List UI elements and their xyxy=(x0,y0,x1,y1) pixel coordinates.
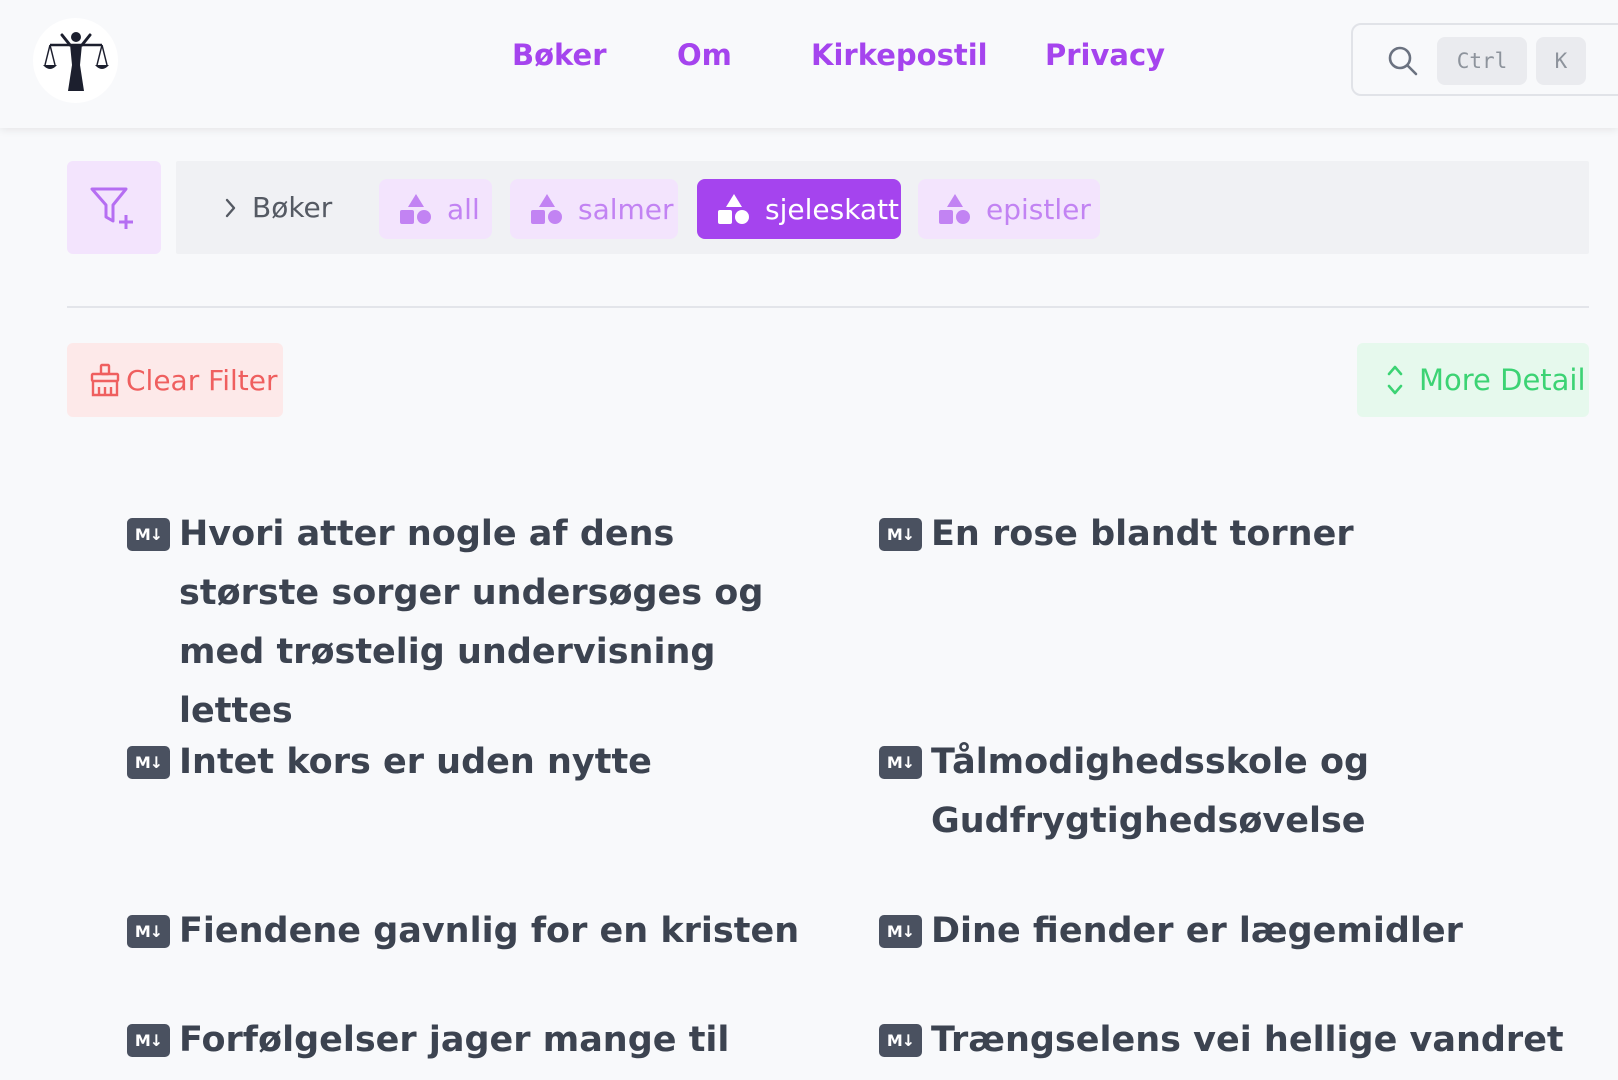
nav-boker[interactable]: Bøker xyxy=(512,38,607,72)
kbd-k: K xyxy=(1536,37,1586,85)
tag-salmer[interactable]: salmer xyxy=(510,179,678,239)
tag-all[interactable]: all xyxy=(379,179,492,239)
item-title[interactable]: Fiendene gavnlig for en kristen xyxy=(179,902,799,961)
justice-figure-icon xyxy=(42,31,109,91)
filter-plus-icon xyxy=(90,187,133,229)
nav-privacy[interactable]: Privacy xyxy=(1045,38,1165,72)
shapes-icon xyxy=(531,194,562,224)
shapes-icon xyxy=(400,194,431,224)
add-filter-button[interactable] xyxy=(67,161,161,254)
more-detail-button[interactable]: More Detail xyxy=(1357,343,1589,417)
expand-vertical-icon xyxy=(1387,365,1403,395)
tag-label: epistler xyxy=(986,192,1091,226)
tag-label: salmer xyxy=(578,192,674,226)
markdown-icon: M↓ xyxy=(879,746,922,779)
breadcrumb: Bøker all salmer sjeleskatt epistler xyxy=(176,161,1589,254)
search-icon xyxy=(1388,46,1418,76)
shapes-icon xyxy=(718,194,749,224)
clear-filter-button[interactable]: Clear Filter xyxy=(67,343,283,417)
tag-epistler[interactable]: epistler xyxy=(918,179,1100,239)
nav-om[interactable]: Om xyxy=(677,38,732,72)
list-item[interactable]: M↓ En rose blandt torner xyxy=(879,505,1579,564)
more-detail-label: More Detail xyxy=(1419,363,1586,397)
list-item[interactable]: M↓ Hvori atter nogle af dens største sor… xyxy=(127,505,787,741)
item-title[interactable]: Tålmodighedsskole og Gudfrygtighedsøvels… xyxy=(931,733,1389,851)
list-item[interactable]: M↓ Forfølgelser jager mange til xyxy=(127,1011,827,1070)
item-title[interactable]: Intet kors er uden nytte xyxy=(179,733,652,792)
item-title[interactable]: Forfølgelser jager mange til xyxy=(179,1011,729,1070)
markdown-icon: M↓ xyxy=(127,915,170,948)
markdown-icon: M↓ xyxy=(879,1024,922,1057)
nav-kirkepostil[interactable]: Kirkepostil xyxy=(811,38,988,72)
markdown-icon: M↓ xyxy=(879,915,922,948)
top-navbar: Bøker Om Kirkepostil Privacy Ctrl K xyxy=(0,0,1618,128)
markdown-icon: M↓ xyxy=(127,518,170,551)
breadcrumb-item[interactable]: Bøker xyxy=(224,191,332,224)
item-title[interactable]: En rose blandt torner xyxy=(931,505,1354,564)
breadcrumb-label: Bøker xyxy=(252,191,333,224)
site-logo[interactable] xyxy=(33,18,118,103)
broom-icon xyxy=(90,363,120,397)
item-title[interactable]: Trængselens vei hellige vandret xyxy=(931,1011,1564,1070)
list-item[interactable]: M↓ Intet kors er uden nytte xyxy=(127,733,827,792)
clear-filter-label: Clear Filter xyxy=(126,363,278,397)
chevron-right-icon xyxy=(225,198,236,217)
item-title[interactable]: Dine fiender er lægemidler xyxy=(931,902,1463,961)
shapes-icon xyxy=(939,194,970,224)
item-title[interactable]: Hvori atter nogle af dens største sorger… xyxy=(179,505,787,741)
list-item[interactable]: M↓ Dine fiender er lægemidler xyxy=(879,902,1579,961)
list-item[interactable]: M↓ Tålmodighedsskole og Gudfrygtighedsøv… xyxy=(879,733,1389,851)
tag-label: all xyxy=(447,192,480,226)
tag-sjeleskatt[interactable]: sjeleskatt xyxy=(697,179,901,239)
markdown-icon: M↓ xyxy=(879,518,922,551)
markdown-icon: M↓ xyxy=(127,746,170,779)
list-item[interactable]: M↓ Trængselens vei hellige vandret xyxy=(879,1011,1609,1070)
divider xyxy=(67,306,1589,308)
list-item[interactable]: M↓ Fiendene gavnlig for en kristen xyxy=(127,902,827,961)
markdown-icon: M↓ xyxy=(127,1024,170,1057)
tag-label: sjeleskatt xyxy=(765,192,900,226)
kbd-ctrl: Ctrl xyxy=(1437,37,1527,85)
search-button[interactable]: Ctrl K xyxy=(1351,23,1618,96)
